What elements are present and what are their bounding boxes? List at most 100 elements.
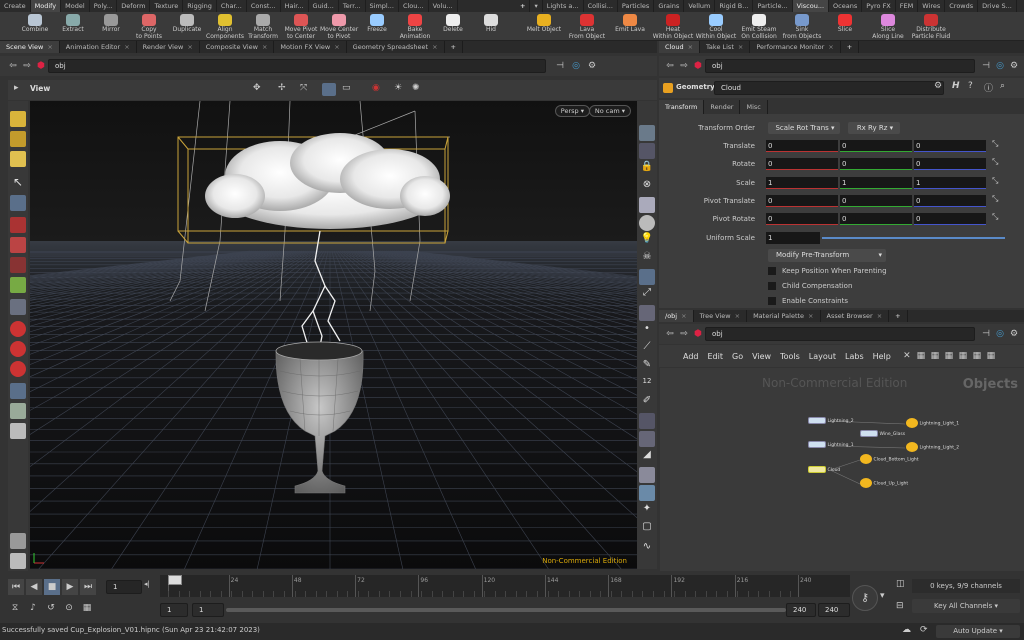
pin-icon[interactable]: ⊣ <box>552 61 568 71</box>
modify-pre-transform-menu[interactable]: Modify Pre-Transform ▾ <box>768 249 886 262</box>
key-icon[interactable]: ⚷ <box>852 585 878 611</box>
viewport-label[interactable]: View <box>30 84 50 93</box>
camera-tumble-icon[interactable]: ✥ <box>253 83 261 93</box>
frame-icon[interactable]: ▢ <box>639 521 655 537</box>
distribute-particle-fluid-tool[interactable]: Distribute Particle Fluid <box>909 12 953 41</box>
forward-arrow-icon[interactable]: ⇨ <box>677 61 691 71</box>
child-compensation-checkbox[interactable] <box>768 282 776 290</box>
pane-tab-material-palette[interactable]: Material Palette × <box>747 310 821 322</box>
scale-tool-icon[interactable] <box>10 257 26 273</box>
display-options-icon[interactable] <box>322 83 336 96</box>
rotate-action-icon[interactable]: ⤡ <box>992 157 998 167</box>
checker-icon[interactable] <box>639 467 655 483</box>
transform-order-menu[interactable]: Scale Rot Trans ▾ <box>768 122 840 134</box>
pivot-rotate-field-z[interactable]: 0 <box>914 213 986 225</box>
key-menu-chevron-icon[interactable]: ▾ <box>880 591 885 601</box>
light-icon[interactable] <box>10 423 26 439</box>
shelf-tab-fem[interactable]: FEM <box>896 0 919 12</box>
shelf-tab-volu[interactable]: Volu... <box>429 0 458 12</box>
close-icon[interactable]: × <box>187 43 192 51</box>
scene-viewport[interactable]: Persp ▾ No cam ▾ Non-Commercial Edition <box>30 101 637 569</box>
color-palette-icon[interactable]: ▦ <box>928 351 942 361</box>
shelf-tab-terr[interactable]: Terr... <box>339 0 366 12</box>
range-start-field[interactable]: 1 <box>160 603 188 617</box>
copy-to-points-tool[interactable]: Copy to Points <box>130 12 168 41</box>
shelf-tab-vellum[interactable]: Vellum <box>684 0 716 12</box>
record-icon[interactable]: ◉ <box>372 83 380 93</box>
add-tab-button[interactable]: + <box>445 41 463 53</box>
slice-tool[interactable]: Slice <box>823 12 867 41</box>
emit-steam-on-collision-tool[interactable]: Emit Steam On Collision <box>737 12 781 41</box>
shelf-tab-simpl[interactable]: Simpl... <box>366 0 399 12</box>
menu-edit[interactable]: Edit <box>708 352 724 361</box>
close-icon[interactable]: × <box>124 43 129 51</box>
loop-icon[interactable]: ↺ <box>44 603 58 613</box>
back-arrow-icon[interactable]: ⇦ <box>663 61 677 71</box>
settings-icon[interactable]: ⚙ <box>1007 61 1021 71</box>
pivot-rotate-field-x[interactable]: 0 <box>766 213 838 225</box>
close-icon[interactable]: × <box>828 43 833 51</box>
melt-object-tool[interactable]: Melt Object <box>522 12 566 41</box>
menu-tools[interactable]: Tools <box>780 352 800 361</box>
shelf-tab-modify[interactable]: Modify <box>30 0 62 12</box>
range-end-field-2[interactable]: 240 <box>786 603 816 617</box>
range-slider[interactable] <box>226 608 786 612</box>
translate-action-icon[interactable]: ⤡ <box>992 139 998 149</box>
pin-icon[interactable]: ⊣ <box>979 329 993 339</box>
pose-tool-icon[interactable] <box>10 299 26 315</box>
lock-camera-icon[interactable]: 🔒 <box>639 161 655 177</box>
forward-arrow-icon[interactable]: ⇨ <box>677 329 691 339</box>
back-arrow-icon[interactable]: ⇦ <box>6 61 20 71</box>
shading-icon[interactable] <box>639 143 655 159</box>
node-cloud-up-light[interactable]: Cloud_Up_Light <box>860 478 908 488</box>
light-bulb-icon[interactable]: 💡 <box>639 233 655 249</box>
settings-icon[interactable]: ⚙ <box>584 61 600 71</box>
box-icon[interactable] <box>639 485 655 501</box>
slice-along-line-tool[interactable]: Slice Along Line <box>866 12 910 41</box>
combine-tool[interactable]: Combine <box>16 12 54 41</box>
node-lightning-2[interactable]: Lightning_2 <box>808 417 854 424</box>
rotate-field-x[interactable]: 0 <box>766 158 838 170</box>
sphere-icon[interactable] <box>10 403 26 419</box>
star-icon[interactable]: ✦ <box>639 503 655 519</box>
shelf-menu-chevron-icon[interactable]: ▾ <box>530 0 543 12</box>
param-tab-misc[interactable]: Misc <box>740 100 768 114</box>
scale-field-y[interactable]: 1 <box>840 177 912 189</box>
shelf-tab-clou[interactable]: Clou... <box>399 0 429 12</box>
pane-tab-tree-view[interactable]: Tree View × <box>694 310 748 322</box>
forward-arrow-icon[interactable]: ⇨ <box>20 61 34 71</box>
current-frame-field[interactable]: 1 <box>106 580 142 594</box>
menu-layout[interactable]: Layout <box>809 352 836 361</box>
rotate-field-z[interactable]: 0 <box>914 158 986 170</box>
rotate-order-menu[interactable]: Rx Ry Rz ▾ <box>848 122 900 134</box>
shelf-tab-collisi[interactable]: Collisi... <box>584 0 618 12</box>
match-transform-tool[interactable]: Match Transform <box>244 12 282 41</box>
close-icon[interactable]: × <box>808 312 813 320</box>
translate-field-y[interactable]: 0 <box>840 140 912 152</box>
handle-tool-icon[interactable] <box>10 277 26 293</box>
pivot-rotate-field-y[interactable]: 0 <box>840 213 912 225</box>
wine-glass-object[interactable] <box>275 341 364 494</box>
pivot-translate-field-x[interactable]: 0 <box>766 195 838 207</box>
param-tab-transform[interactable]: Transform <box>659 100 705 114</box>
viewport-menu-icon[interactable]: ▸ <box>14 83 19 93</box>
camera-dolly-icon[interactable]: ⤧ <box>300 83 307 93</box>
menu-help[interactable]: Help <box>873 352 891 361</box>
shelf-tab-particles[interactable]: Particles <box>618 0 655 12</box>
shelf-tab-crowds[interactable]: Crowds <box>945 0 979 12</box>
grid-toggle-icon[interactable] <box>639 431 655 447</box>
pane-tab-take-list[interactable]: Take List × <box>700 41 751 53</box>
settings-icon[interactable]: ⚙ <box>1007 329 1021 339</box>
lava-from-object-tool[interactable]: Lava From Object <box>565 12 609 41</box>
menu-view[interactable]: View <box>752 352 771 361</box>
cloud-object[interactable] <box>205 133 450 229</box>
key-all-channels-menu[interactable]: Key All Channels ▾ <box>912 599 1020 613</box>
align-components-tool[interactable]: Align Components <box>206 12 244 41</box>
snap-point-icon[interactable] <box>10 361 26 377</box>
persp-menu[interactable]: Persp ▾ <box>554 105 590 117</box>
object-select-icon[interactable] <box>10 131 26 147</box>
add-tab-button[interactable]: + <box>841 41 860 53</box>
snap-prim-icon[interactable] <box>10 341 26 357</box>
render-icon[interactable]: ✺ <box>412 83 420 93</box>
close-icon[interactable]: × <box>432 43 437 51</box>
